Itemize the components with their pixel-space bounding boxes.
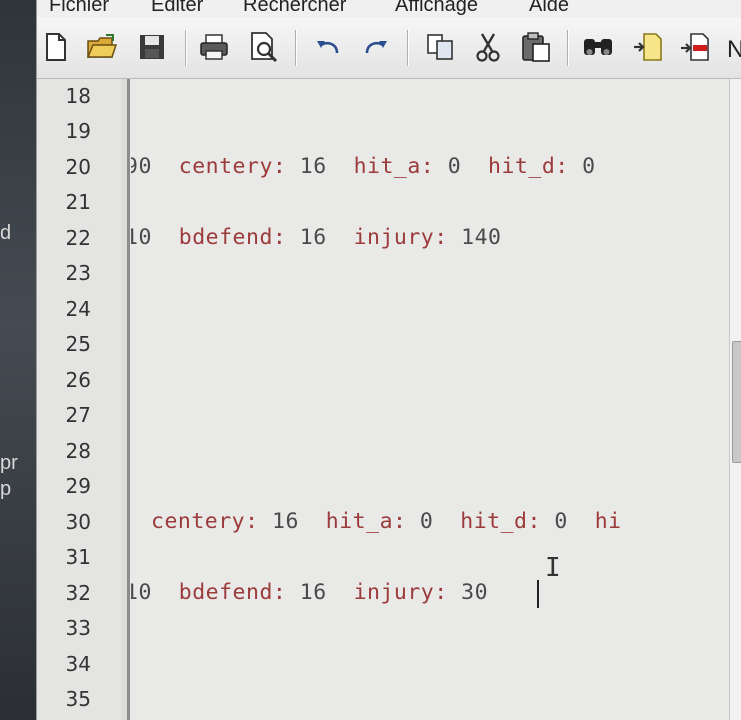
code-line-32: 10 bdefend: 16 injury: 30 <box>131 578 488 608</box>
desktop-text-fragment: p <box>0 478 12 500</box>
field-value: 0 <box>554 509 568 534</box>
field-value: 16 <box>299 580 327 605</box>
save-button[interactable] <box>135 30 169 64</box>
menu-fichier[interactable]: Fichier <box>49 0 109 17</box>
line-number: 29 <box>65 474 91 498</box>
line-number: 32 <box>65 581 91 605</box>
line-number: 33 <box>65 616 91 640</box>
line-number: 28 <box>65 439 91 463</box>
cut-button[interactable] <box>471 30 505 64</box>
line-number: 25 <box>65 332 91 356</box>
line-number: 31 <box>65 545 91 569</box>
print-preview-button[interactable] <box>247 30 281 64</box>
field-key: hit_a: <box>353 154 435 179</box>
menu-aide[interactable]: Aide <box>529 0 569 17</box>
text-editor[interactable]: 18 19 20 21 22 23 24 25 26 27 28 29 30 3… <box>37 79 741 720</box>
line-number: 24 <box>65 297 91 321</box>
field-key: injury: <box>353 580 448 605</box>
save-icon <box>140 35 164 59</box>
toolbar-separator <box>185 30 186 66</box>
line-number-gutter: 18 19 20 21 22 23 24 25 26 27 28 29 30 3… <box>37 79 121 720</box>
open-folder-icon <box>86 34 118 58</box>
field-value: 0 <box>582 154 596 179</box>
print-icon <box>200 34 228 60</box>
field-value: 16 <box>272 509 299 534</box>
menu-affichage[interactable]: Affichage <box>395 0 478 17</box>
line-number: 35 <box>65 687 91 711</box>
find-next-button[interactable] <box>631 30 665 64</box>
find-icon <box>584 39 612 55</box>
field-key: hit_d: <box>488 154 569 179</box>
truncated-value: 10 <box>131 225 152 250</box>
paste-icon <box>522 32 550 62</box>
code-line-20: 90 centery: 16 hit_a: 0 hit_d: 0 <box>131 152 596 182</box>
code-text-area[interactable]: 90 centery: 16 hit_a: 0 hit_d: 0 10 bdef… <box>131 79 729 720</box>
truncated-value: 10 <box>131 580 152 605</box>
toolbar-overflow-label[interactable]: N <box>727 36 741 64</box>
line-number: 30 <box>65 510 91 534</box>
code-line-30: centery: 16 hit_a: 0 hit_d: 0 hi <box>151 507 622 537</box>
redo-icon <box>365 41 387 54</box>
truncated-value: 90 <box>131 154 152 179</box>
desktop-text-fragment: pr <box>0 452 18 474</box>
menu-bar: Fichier Editer Rechercher Affichage Aide <box>37 0 741 18</box>
vertical-scrollbar[interactable] <box>729 79 741 720</box>
field-value: 30 <box>461 580 489 605</box>
desktop-text-fragment: d <box>0 222 12 244</box>
line-number: 19 <box>65 119 91 143</box>
scrollbar-thumb[interactable] <box>732 341 741 463</box>
menu-rechercher[interactable]: Rechercher <box>243 0 346 17</box>
field-key: hit_a: <box>325 509 407 534</box>
open-button[interactable] <box>85 30 119 64</box>
undo-button[interactable] <box>311 30 345 64</box>
field-key: injury: <box>353 225 448 250</box>
field-key: hit_d: <box>460 509 541 534</box>
code-line-22: 10 bdefend: 16 injury: 140 <box>131 223 501 253</box>
field-value: 16 <box>299 225 327 250</box>
line-number: 21 <box>65 190 91 214</box>
toolbar-separator <box>567 30 568 66</box>
desktop-background-strip: d pr p <box>0 0 36 720</box>
copy-button[interactable] <box>423 30 457 64</box>
line-number: 20 <box>65 155 91 179</box>
fold-margin <box>121 79 130 720</box>
cut-icon <box>476 33 500 62</box>
field-key: hi <box>594 509 622 534</box>
field-value: 16 <box>299 154 327 179</box>
line-number: 27 <box>65 403 91 427</box>
new-file-icon <box>46 33 66 61</box>
field-value: 0 <box>447 154 462 179</box>
toolbar-separator <box>295 30 296 66</box>
redo-button[interactable] <box>359 30 393 64</box>
field-value: 0 <box>419 509 434 534</box>
menu-editer[interactable]: Editer <box>151 0 203 17</box>
print-button[interactable] <box>197 30 231 64</box>
paste-button[interactable] <box>519 30 553 64</box>
editor-window: Fichier Editer Rechercher Affichage Aide <box>36 0 741 720</box>
field-value: 140 <box>461 225 502 250</box>
toolbar: N <box>37 18 741 79</box>
line-number: 18 <box>65 84 91 108</box>
print-preview-icon <box>251 32 278 63</box>
find-button[interactable] <box>581 30 615 64</box>
field-key: centery: <box>178 154 287 179</box>
ibeam-cursor-icon: I <box>545 553 561 583</box>
copy-icon <box>427 34 453 60</box>
undo-icon <box>317 41 339 54</box>
field-key: bdefend: <box>178 225 287 250</box>
replace-icon <box>681 33 709 61</box>
text-caret <box>537 580 539 608</box>
field-key: centery: <box>151 509 259 534</box>
field-key: bdefend: <box>178 580 287 605</box>
line-number: 22 <box>65 226 91 250</box>
replace-button[interactable] <box>679 30 713 64</box>
new-file-button[interactable] <box>39 30 73 64</box>
line-number: 23 <box>65 261 91 285</box>
line-number: 34 <box>65 652 91 676</box>
line-number: 26 <box>65 368 91 392</box>
find-next-icon <box>634 33 662 61</box>
toolbar-separator <box>407 30 408 66</box>
